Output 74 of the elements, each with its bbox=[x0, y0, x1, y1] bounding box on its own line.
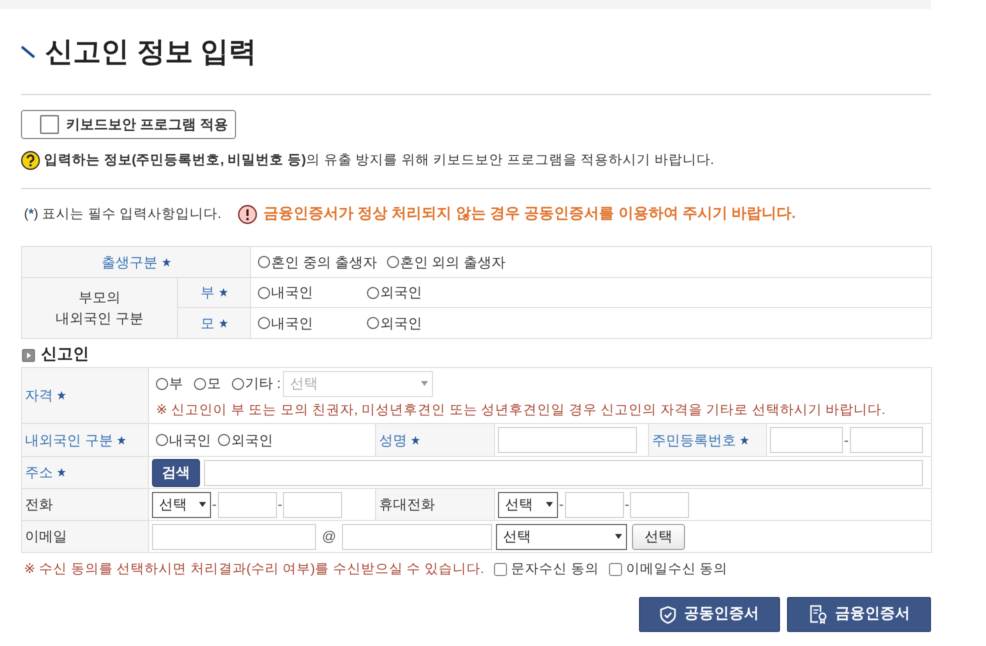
caret-icon bbox=[420, 381, 428, 386]
radio-option[interactable]: 혼인 외의 출생자 bbox=[386, 252, 506, 272]
consent-checkbox[interactable]: 문자수신 동의 bbox=[494, 558, 599, 580]
play-square-icon bbox=[22, 348, 35, 362]
consent-checkbox[interactable]: 이메일수신 동의 bbox=[608, 558, 728, 580]
certificate-button[interactable]: 금융인증서 bbox=[787, 597, 931, 632]
star-icon bbox=[218, 318, 228, 328]
radio-option[interactable]: 혼인 중의 출생자 bbox=[258, 252, 377, 272]
input-field[interactable] bbox=[850, 427, 923, 453]
dash-text: - bbox=[624, 495, 630, 514]
dash-text: - bbox=[843, 430, 850, 450]
input-field[interactable] bbox=[204, 460, 923, 486]
field-label: 부 bbox=[200, 284, 214, 300]
field-label: 출생구분 bbox=[102, 254, 158, 270]
input-field[interactable] bbox=[152, 524, 316, 550]
field-label: 전화 bbox=[25, 496, 53, 512]
select-field[interactable]: 선택 bbox=[498, 492, 558, 518]
star-icon bbox=[57, 391, 66, 400]
section-title: 신고인 bbox=[41, 345, 89, 365]
required-note: (*) 표시는 필수 입력사항입니다. bbox=[24, 204, 222, 223]
star-icon bbox=[57, 468, 66, 477]
exclamation-icon bbox=[238, 204, 258, 224]
field-label: 주민등록번호 bbox=[652, 432, 736, 448]
input-field[interactable] bbox=[630, 492, 690, 518]
field-label: 이메일 bbox=[25, 528, 67, 544]
caret-icon bbox=[615, 534, 622, 539]
certificate-button[interactable]: 공동인증서 bbox=[639, 597, 780, 632]
caret-icon bbox=[546, 502, 553, 507]
certificate-icon bbox=[808, 605, 827, 624]
star-icon bbox=[218, 288, 228, 297]
radio-option[interactable]: 기타 : bbox=[232, 373, 281, 394]
radio-option[interactable]: 외국인 bbox=[367, 312, 466, 334]
star-icon bbox=[162, 258, 170, 266]
input-field[interactable] bbox=[283, 492, 342, 518]
field-label: 모 bbox=[200, 314, 214, 330]
caret-icon bbox=[199, 502, 206, 507]
field-label: 자격 bbox=[25, 387, 53, 403]
field-label: 주소 bbox=[25, 464, 53, 480]
field-label: 성명 bbox=[379, 432, 407, 448]
star-icon bbox=[411, 436, 420, 444]
input-field[interactable] bbox=[770, 427, 843, 453]
star-icon bbox=[116, 436, 126, 444]
select-field[interactable]: 선택 bbox=[152, 492, 211, 518]
hint-text: ※ 신고인이 부 또는 모의 친권자, 미성년후견인 또는 성년후견인일 경우 신고인의 자격을 기타로 선택하시기 바랍니다. bbox=[155, 400, 886, 419]
diagonal-line-icon bbox=[21, 46, 35, 58]
select-button[interactable]: 선택 bbox=[632, 524, 686, 550]
warning-text: 금융인증서가 정상 처리되지 않는 경우 공동인증서를 이용하여 주시기 바랍니다. bbox=[263, 204, 796, 224]
field-label: 내외국인 구분 bbox=[25, 432, 113, 448]
radio-option[interactable]: 외국인 bbox=[367, 282, 466, 303]
star-icon bbox=[740, 436, 749, 444]
input-field[interactable] bbox=[342, 524, 492, 550]
radio-option[interactable]: 모 bbox=[194, 373, 221, 394]
input-field[interactable] bbox=[498, 427, 637, 453]
search-button[interactable]: 검색 bbox=[152, 458, 200, 486]
dash-text: - bbox=[558, 495, 565, 514]
radio-option[interactable]: 부 bbox=[156, 373, 183, 394]
dash-text: - bbox=[276, 495, 284, 514]
keyboard-security-toggle[interactable]: 키보드보안 프로그램 적용 bbox=[21, 110, 236, 139]
radio-option[interactable]: 외국인 bbox=[218, 430, 273, 450]
at-sign-text: @ bbox=[321, 527, 338, 546]
dash-text: - bbox=[211, 495, 218, 514]
radio-option[interactable]: 내국인 bbox=[156, 430, 211, 450]
consent-note: ※ 수신 동의를 선택하시면 처리결과(수리 여부)를 수신받으실 수 있습니다. bbox=[24, 560, 484, 578]
radio-option[interactable]: 내국인 bbox=[258, 312, 357, 334]
input-field[interactable] bbox=[564, 492, 624, 518]
select-field[interactable]: 선택 bbox=[496, 524, 628, 550]
shield-check-icon bbox=[660, 606, 676, 624]
radio-option[interactable]: 내국인 bbox=[258, 282, 357, 303]
field-label: 휴대전화 bbox=[379, 496, 435, 512]
page-title: 신고인 정보 입력 bbox=[45, 35, 257, 69]
field-label: 부모의 내외국인 구분 bbox=[56, 289, 144, 326]
input-field[interactable] bbox=[218, 492, 277, 518]
notice-text: 입력하는 정보(주민등록번호, 비밀번호 등)의 유출 방지를 위해 키보드보안 프로그램을 적용하시기 바랍니다. bbox=[44, 150, 714, 169]
question-icon bbox=[21, 150, 40, 170]
